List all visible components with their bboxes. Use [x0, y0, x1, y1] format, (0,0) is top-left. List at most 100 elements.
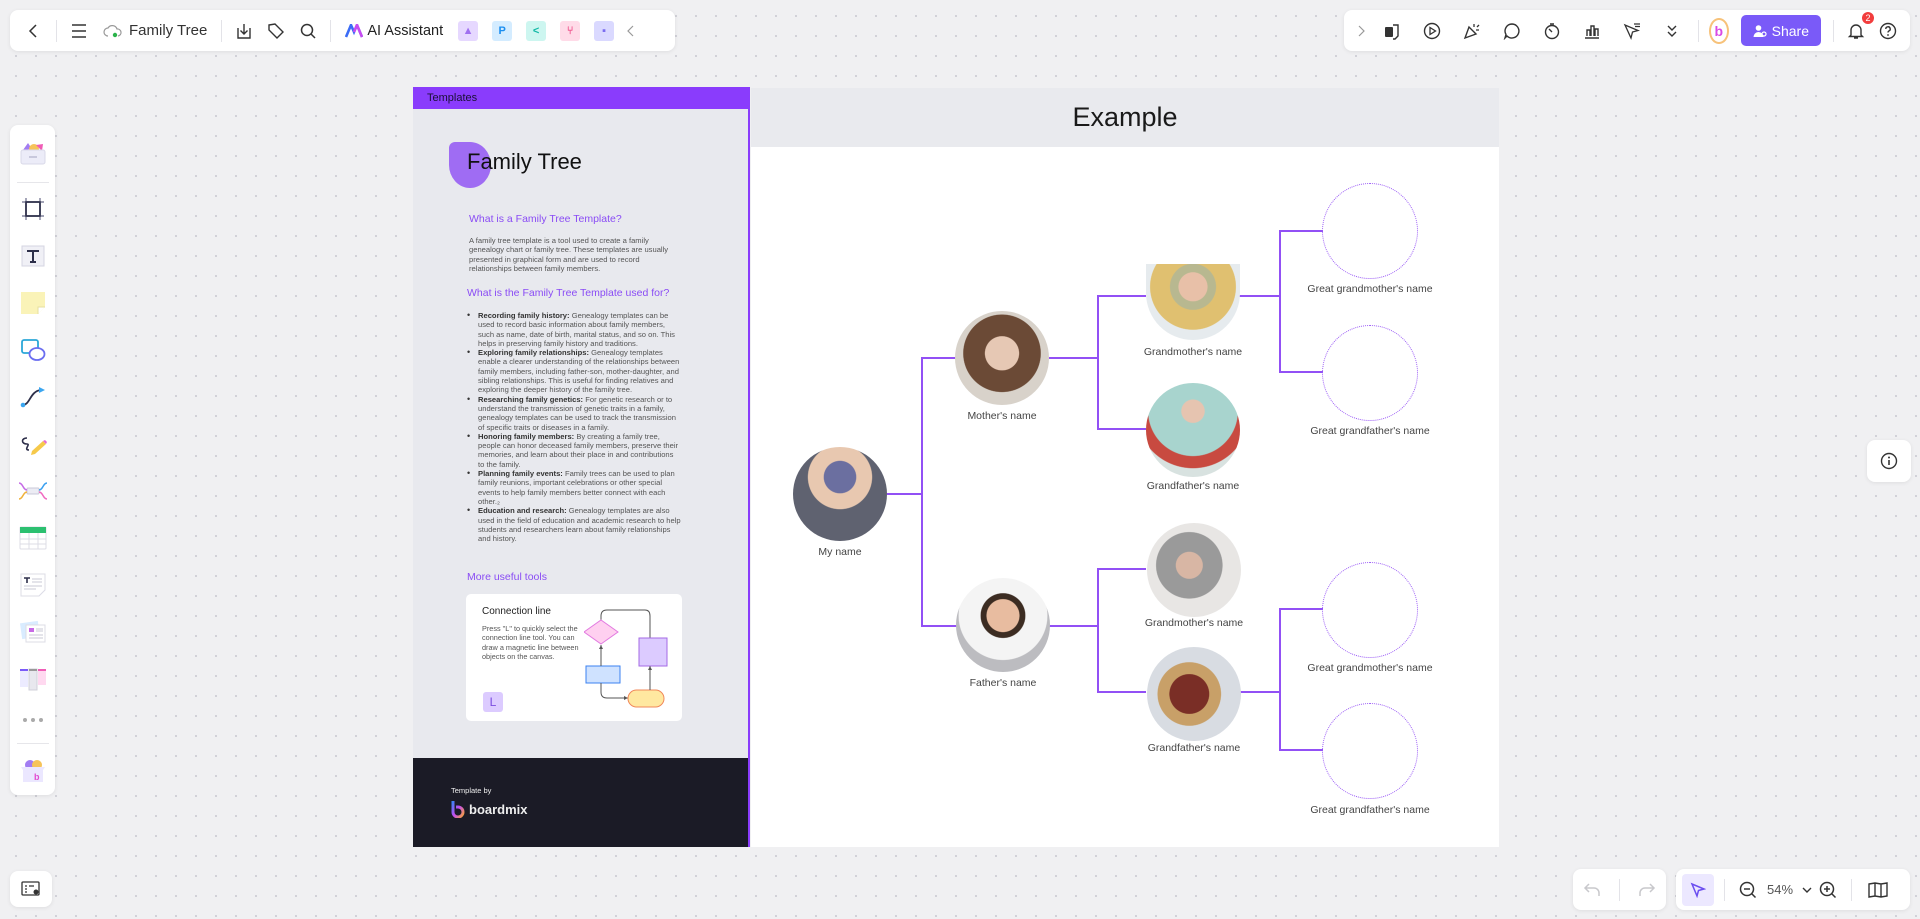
comment-button[interactable] [1492, 15, 1532, 47]
chevron-left-icon [28, 23, 37, 38]
list-item-title: Recording family history: [478, 311, 570, 320]
tool-frame[interactable] [15, 192, 51, 227]
tool-dock: b [10, 125, 55, 795]
cloud-saved-icon [103, 24, 122, 37]
list-item: Researching family genetics: For genetic… [466, 395, 681, 432]
document-icon [20, 573, 45, 597]
connector-line [1279, 371, 1323, 373]
user-avatar[interactable]: b [1709, 17, 1729, 44]
placeholder-great-grandfather-2[interactable] [1322, 703, 1418, 799]
list-item-title: Honoring family members: [478, 431, 575, 441]
tag-icon [268, 22, 285, 39]
notifications-button[interactable]: 2 [1840, 11, 1874, 47]
collapse-toolbar-button[interactable] [621, 15, 641, 47]
tool-boardmix-apps[interactable]: b [15, 753, 51, 788]
plugin-flow[interactable]: ⑂ [560, 20, 581, 41]
tool-connector[interactable] [15, 380, 51, 415]
chart-button[interactable] [1572, 15, 1612, 47]
connector-line [1097, 295, 1099, 430]
list-item-title: Education and research: [478, 506, 567, 516]
plugin-image-gen[interactable]: ▲ [458, 20, 479, 41]
redo-button[interactable] [1631, 874, 1663, 906]
tool-shape[interactable] [15, 333, 51, 368]
bar-chart-icon [1585, 24, 1599, 39]
outline-button[interactable] [10, 871, 52, 907]
zoom-in-button[interactable] [1815, 874, 1841, 906]
image-gen-icon: ▲ [462, 24, 474, 37]
boardmix-b-icon: b [1714, 22, 1724, 39]
tool-templates[interactable] [15, 136, 51, 171]
connector-line [1049, 357, 1098, 359]
select-tool-button[interactable] [1682, 873, 1714, 906]
tool-text[interactable] [15, 239, 51, 274]
connector-curve-icon [20, 387, 45, 408]
plugin-mindmap[interactable]: < [526, 20, 547, 41]
photo-me[interactable] [793, 447, 887, 541]
zoom-panel: 54% [1676, 869, 1910, 910]
placeholder-great-grandmother-1[interactable] [1322, 183, 1418, 279]
top-right-toolbar: b Share 2 [1344, 10, 1910, 51]
map-button[interactable] [1862, 874, 1894, 906]
undo-button[interactable] [1576, 874, 1608, 906]
tool-mind-map[interactable] [15, 474, 51, 509]
placeholder-great-grandmother-2[interactable] [1322, 562, 1418, 658]
tool-document[interactable] [15, 568, 51, 603]
info-button[interactable] [1867, 440, 1911, 482]
tool-more[interactable] [15, 709, 51, 732]
laser-pointer-button[interactable] [1612, 15, 1652, 47]
connector-line [1279, 230, 1281, 373]
share-button[interactable]: Share [1740, 15, 1821, 46]
divider [16, 181, 49, 183]
zoom-in-icon [1819, 881, 1837, 898]
sticky-note-icon [20, 292, 45, 315]
photo-maternal-grandfather[interactable] [1146, 383, 1240, 477]
zoom-out-button[interactable] [1735, 874, 1761, 906]
more-horizontal-icon [22, 718, 43, 723]
divider [1618, 878, 1620, 901]
photo-paternal-grandmother[interactable] [1147, 523, 1241, 617]
tool-pen[interactable] [15, 427, 51, 462]
plugin-chat[interactable]: ▪ [594, 20, 615, 41]
search-button[interactable] [292, 15, 324, 47]
expand-toolbar-button[interactable] [1350, 15, 1372, 47]
tool-card[interactable] [15, 615, 51, 650]
plugin-p[interactable]: P [492, 20, 513, 41]
photo-father[interactable] [956, 578, 1050, 672]
timer-icon [1544, 22, 1560, 39]
main-menu-button[interactable] [63, 15, 95, 47]
connector-line [921, 357, 923, 627]
tag-button[interactable] [260, 15, 292, 47]
list-item: Education and research: Genealogy templa… [466, 506, 681, 543]
photo-paternal-grandfather[interactable] [1147, 647, 1241, 741]
present-button[interactable] [1412, 15, 1452, 47]
photo-mother[interactable] [955, 311, 1049, 405]
template-tool-button[interactable] [1372, 15, 1412, 47]
zoom-level[interactable]: 54% [1761, 882, 1799, 897]
text-icon [21, 245, 44, 267]
connector-line [1279, 608, 1281, 751]
card-description: Press "L" to quickly select the connecti… [482, 624, 579, 662]
mind-map-icon [18, 482, 47, 501]
celebrate-button[interactable] [1452, 15, 1492, 47]
tool-sticky-note[interactable] [15, 286, 51, 321]
back-button[interactable] [18, 15, 50, 47]
tool-kanban[interactable] [15, 662, 51, 697]
template-by-label: Template by [451, 786, 492, 795]
ai-assistant-button[interactable]: AI Assistant [337, 23, 451, 39]
download-button[interactable] [228, 15, 260, 47]
placeholder-great-grandfather-1[interactable] [1322, 325, 1418, 421]
connector-line [1049, 625, 1098, 627]
list-item: Honoring family members: By creating a f… [466, 432, 681, 469]
document-title[interactable]: Family Tree [95, 22, 215, 39]
table-icon [19, 526, 46, 550]
timer-button[interactable] [1532, 15, 1572, 47]
connection-line-card[interactable]: Connection line Press "L" to quickly sel… [466, 594, 682, 721]
help-button[interactable] [1872, 15, 1904, 47]
more-tools-button[interactable] [1652, 15, 1692, 47]
cursor-pointer-icon [1690, 882, 1706, 898]
template-info-frame[interactable]: Templates Family Tree What is a Family T… [413, 87, 750, 847]
zoom-dropdown-button[interactable] [1799, 874, 1815, 906]
tool-table[interactable] [15, 521, 51, 556]
node-label-me: My name [818, 546, 862, 558]
divider [16, 743, 49, 745]
